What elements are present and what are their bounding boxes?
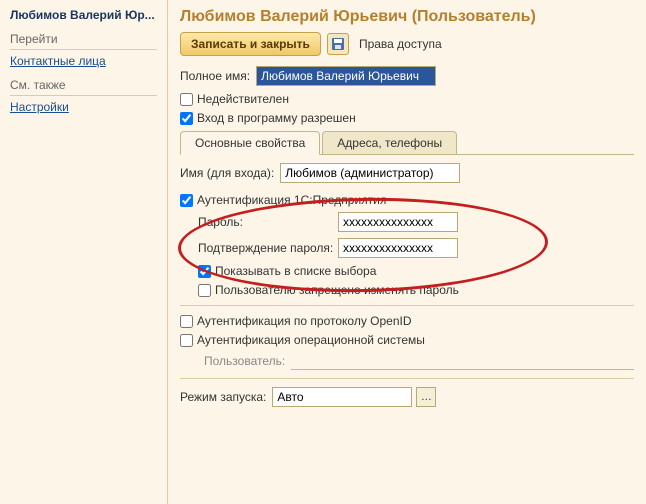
run-mode-picker-button[interactable]: … — [416, 387, 436, 407]
tabs: Основные свойства Адреса, телефоны — [180, 130, 634, 155]
fullname-label: Полное имя: — [180, 69, 250, 83]
sidebar-section-goto: Перейти — [10, 32, 157, 50]
os-user-label: Пользователь: — [204, 354, 285, 368]
invalid-label: Недействителен — [197, 92, 289, 106]
save-and-close-button[interactable]: Записать и закрыть — [180, 32, 321, 56]
main-content: Любимов Валерий Юрьевич (Пользователь) З… — [168, 0, 646, 504]
auth-1c-label: Аутентификация 1С:Предприятия — [197, 193, 386, 207]
save-button[interactable] — [327, 33, 349, 55]
run-mode-label: Режим запуска: — [180, 390, 266, 404]
login-allowed-checkbox[interactable] — [180, 112, 193, 125]
confirm-password-input[interactable] — [338, 238, 458, 258]
sidebar-link-contacts[interactable]: Контактные лица — [10, 54, 157, 68]
access-rights-link[interactable]: Права доступа — [355, 35, 446, 53]
ellipsis-icon: … — [421, 391, 432, 403]
auth-1c-checkbox[interactable] — [180, 194, 193, 207]
deny-change-password-checkbox[interactable] — [198, 284, 211, 297]
password-input[interactable] — [338, 212, 458, 232]
auth-openid-checkbox[interactable] — [180, 315, 193, 328]
tab-addresses-phones[interactable]: Адреса, телефоны — [322, 131, 457, 155]
tab-main-properties[interactable]: Основные свойства — [180, 131, 320, 155]
login-name-label: Имя (для входа): — [180, 166, 274, 180]
run-mode-select[interactable] — [272, 387, 412, 407]
floppy-icon — [331, 37, 345, 51]
deny-change-password-label: Пользователю запрещено изменять пароль — [215, 283, 459, 297]
toolbar: Записать и закрыть Права доступа — [180, 32, 634, 56]
show-in-list-checkbox[interactable] — [198, 265, 211, 278]
login-allowed-label: Вход в программу разрешен — [197, 111, 356, 125]
confirm-password-label: Подтверждение пароля: — [198, 241, 338, 255]
divider — [180, 305, 634, 306]
sidebar: Любимов Валерий Юр... Перейти Контактные… — [0, 0, 168, 504]
auth-os-label: Аутентификация операционной системы — [197, 333, 425, 347]
login-name-input[interactable] — [280, 163, 460, 183]
sidebar-section-seealso: См. также — [10, 78, 157, 96]
sidebar-title: Любимов Валерий Юр... — [10, 8, 157, 22]
os-user-field[interactable] — [291, 352, 634, 370]
password-label: Пароль: — [198, 215, 338, 229]
divider-2 — [180, 378, 634, 379]
show-in-list-label: Показывать в списке выбора — [215, 264, 376, 278]
auth-os-checkbox[interactable] — [180, 334, 193, 347]
invalid-checkbox[interactable] — [180, 93, 193, 106]
sidebar-link-settings[interactable]: Настройки — [10, 100, 157, 114]
auth-openid-label: Аутентификация по протоколу OpenID — [197, 314, 412, 328]
page-title: Любимов Валерий Юрьевич (Пользователь) — [180, 8, 634, 26]
fullname-input[interactable] — [256, 66, 436, 86]
